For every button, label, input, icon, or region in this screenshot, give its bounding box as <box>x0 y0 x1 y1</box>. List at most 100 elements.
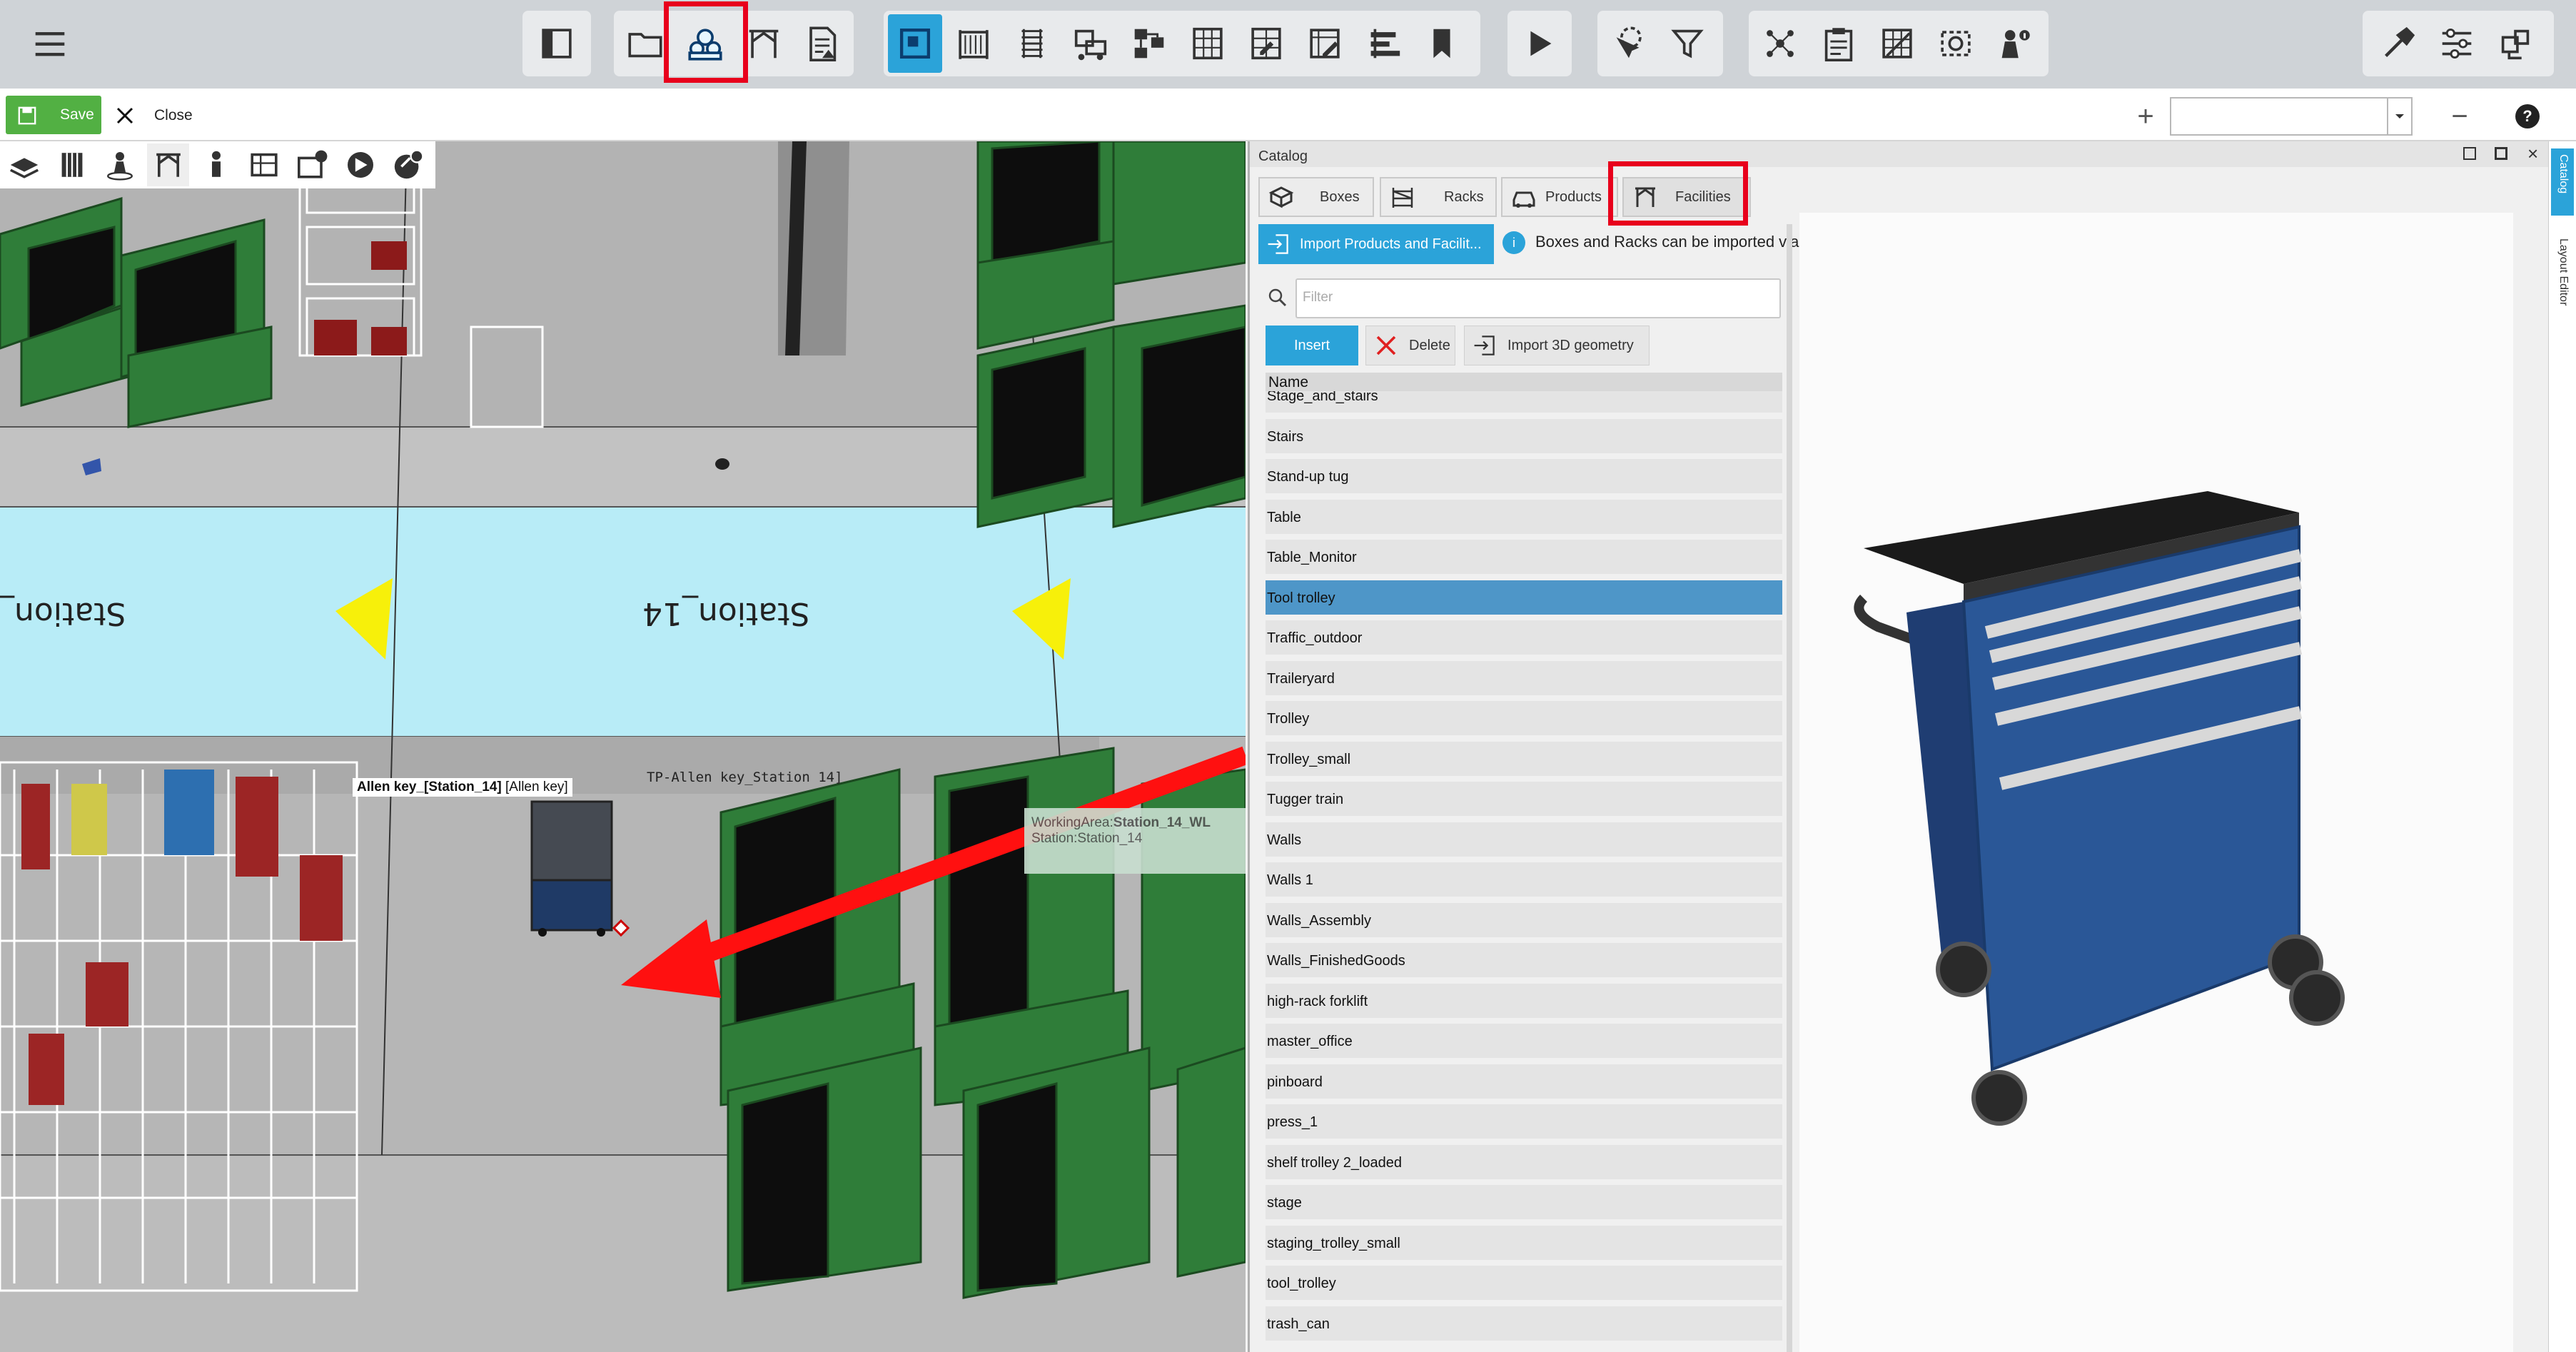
list-item[interactable]: stage <box>1266 1185 1782 1219</box>
tab-label: Boxes <box>1320 188 1360 205</box>
wheel <box>1936 942 1991 997</box>
worker-view-icon[interactable] <box>99 143 141 186</box>
layers-icon[interactable] <box>3 143 45 186</box>
delete-button[interactable]: Delete <box>1365 326 1455 365</box>
list-item[interactable]: Traileryard <box>1266 660 1782 695</box>
network-icon[interactable] <box>1753 14 1807 73</box>
import-3d-icon <box>1474 336 1495 355</box>
stations-icon[interactable] <box>1122 14 1176 73</box>
info-value: Station_14_WL <box>1113 815 1211 830</box>
list-item[interactable]: shelf trolley 2_loaded <box>1266 1144 1782 1179</box>
list-item[interactable]: Stage_and_stairs <box>1266 391 1782 413</box>
side-tab-layout-editor[interactable]: Layout Editor <box>2551 236 2574 343</box>
rack-grid-icon[interactable] <box>1181 14 1235 73</box>
play-icon[interactable] <box>1512 14 1566 73</box>
racks-stack-icon[interactable] <box>1005 14 1059 73</box>
item-3d-preview[interactable] <box>1799 213 2513 1352</box>
ws-connect-icon[interactable] <box>2488 14 2542 73</box>
side-tab-catalog[interactable]: Catalog <box>2551 148 2574 216</box>
help-icon[interactable]: ? <box>2515 104 2540 128</box>
transport-label: TP-Allen key_Station 14] <box>647 770 843 785</box>
sliders-icon[interactable] <box>2430 14 2484 73</box>
rack-view-icon[interactable] <box>51 143 93 186</box>
delete-icon <box>1376 336 1396 355</box>
import-products-facilities-button[interactable]: Import Products and Facilit... <box>1258 224 1494 264</box>
navigate-icon[interactable] <box>339 143 381 186</box>
list-item[interactable]: Trolley <box>1266 701 1782 735</box>
layout-select-icon[interactable] <box>888 14 942 73</box>
tab-racks[interactable]: Racks <box>1380 177 1497 217</box>
save-icon <box>18 106 36 125</box>
list-item[interactable]: Tool trolley <box>1266 580 1782 615</box>
list-item[interactable]: trash_can <box>1266 1306 1782 1341</box>
list-item[interactable]: pinboard <box>1266 1064 1782 1099</box>
screenshot-icon[interactable] <box>1929 14 1983 73</box>
station-view-icon[interactable] <box>243 143 286 186</box>
rack-icon[interactable] <box>946 14 1001 73</box>
info-icon: i <box>1502 231 1525 254</box>
toggle-panel-icon[interactable] <box>530 14 584 73</box>
list-item[interactable]: Walls <box>1266 822 1782 857</box>
object-tooltip-type: [Allen key] <box>505 780 568 794</box>
view-toolbar <box>0 141 435 188</box>
list-item[interactable]: tool_trolley <box>1266 1266 1782 1300</box>
list-item[interactable]: Table_Monitor <box>1266 540 1782 574</box>
tab-label: Products <box>1545 188 1602 205</box>
filter-input[interactable]: Filter <box>1295 278 1781 318</box>
import-3d-label: Import 3D geometry <box>1507 337 1634 353</box>
trolley-icon[interactable] <box>1064 14 1118 73</box>
list-item[interactable]: staging_trolley_small <box>1266 1225 1782 1260</box>
panel-close-icon[interactable]: × <box>2527 143 2538 165</box>
insert-button[interactable]: Insert <box>1266 326 1358 365</box>
list-scrollbar[interactable] <box>1787 224 1792 1352</box>
import-3d-geometry-button[interactable]: Import 3D geometry <box>1464 326 1650 365</box>
tab-boxes[interactable]: Boxes <box>1258 177 1374 217</box>
list-item[interactable]: Walls 1 <box>1266 862 1782 897</box>
list-item[interactable]: high-rack forklift <box>1266 983 1782 1018</box>
facility-view-icon[interactable] <box>146 143 190 186</box>
tools-icon[interactable] <box>2371 14 2425 73</box>
tab-products[interactable]: Products <box>1501 177 1618 217</box>
layout-3d-viewport[interactable]: Station_14 Station_1 Allen key_[Station_… <box>0 141 1246 1352</box>
list-item[interactable]: Tugger train <box>1266 782 1782 816</box>
save-label: Save <box>60 106 94 123</box>
tab-label: Racks <box>1444 188 1484 205</box>
filter-icon[interactable] <box>1660 14 1714 73</box>
info-key: WorkingArea: <box>1031 815 1113 830</box>
bookmark-icon[interactable] <box>1415 14 1469 73</box>
table-edit-icon[interactable] <box>1298 14 1352 73</box>
rack-edit-icon[interactable] <box>1239 14 1293 73</box>
chevron-down-icon[interactable] <box>2387 99 2411 134</box>
close-button[interactable]: Close <box>114 100 193 131</box>
list-item[interactable]: press_1 <box>1266 1104 1782 1139</box>
search-icon <box>1267 287 1288 312</box>
add-icon[interactable]: + <box>2130 97 2161 136</box>
list-item[interactable]: Trolley_small <box>1266 741 1782 776</box>
list-item[interactable]: Traffic_outdoor <box>1266 620 1782 655</box>
station-floor-label: Station_14 <box>642 595 810 632</box>
panel-float-icon[interactable] <box>2463 147 2476 160</box>
worker-info-icon[interactable] <box>1987 14 2041 73</box>
hamburger-menu-icon[interactable] <box>23 14 77 73</box>
side-tab-layout-editor-label: Layout Editor <box>2557 238 2570 306</box>
view-combo-select[interactable] <box>2170 97 2413 136</box>
panel-maximize-icon[interactable] <box>2495 147 2507 160</box>
document-icon[interactable] <box>795 14 849 73</box>
save-button[interactable]: Save <box>6 96 101 134</box>
list-item[interactable]: Table <box>1266 499 1782 534</box>
side-tab-catalog-label: Catalog <box>2557 154 2570 194</box>
list-item[interactable]: Stand-up tug <box>1266 459 1782 493</box>
orbit-info-icon[interactable] <box>388 143 430 186</box>
list-item[interactable]: master_office <box>1266 1024 1782 1058</box>
clipboard-icon[interactable] <box>1812 14 1866 73</box>
station-info-icon[interactable] <box>291 143 333 186</box>
list-column-header-name[interactable]: Name <box>1266 373 1782 391</box>
list-item[interactable]: Walls_Assembly <box>1266 902 1782 937</box>
list-item[interactable]: Stairs <box>1266 418 1782 453</box>
minus-icon[interactable]: − <box>2444 97 2475 136</box>
grid-edit-icon[interactable] <box>1870 14 1924 73</box>
list-item[interactable]: Walls_FinishedGoods <box>1266 943 1782 977</box>
align-icon[interactable] <box>1356 14 1410 73</box>
select-region-icon[interactable] <box>1602 14 1656 73</box>
person-icon[interactable] <box>195 143 237 186</box>
